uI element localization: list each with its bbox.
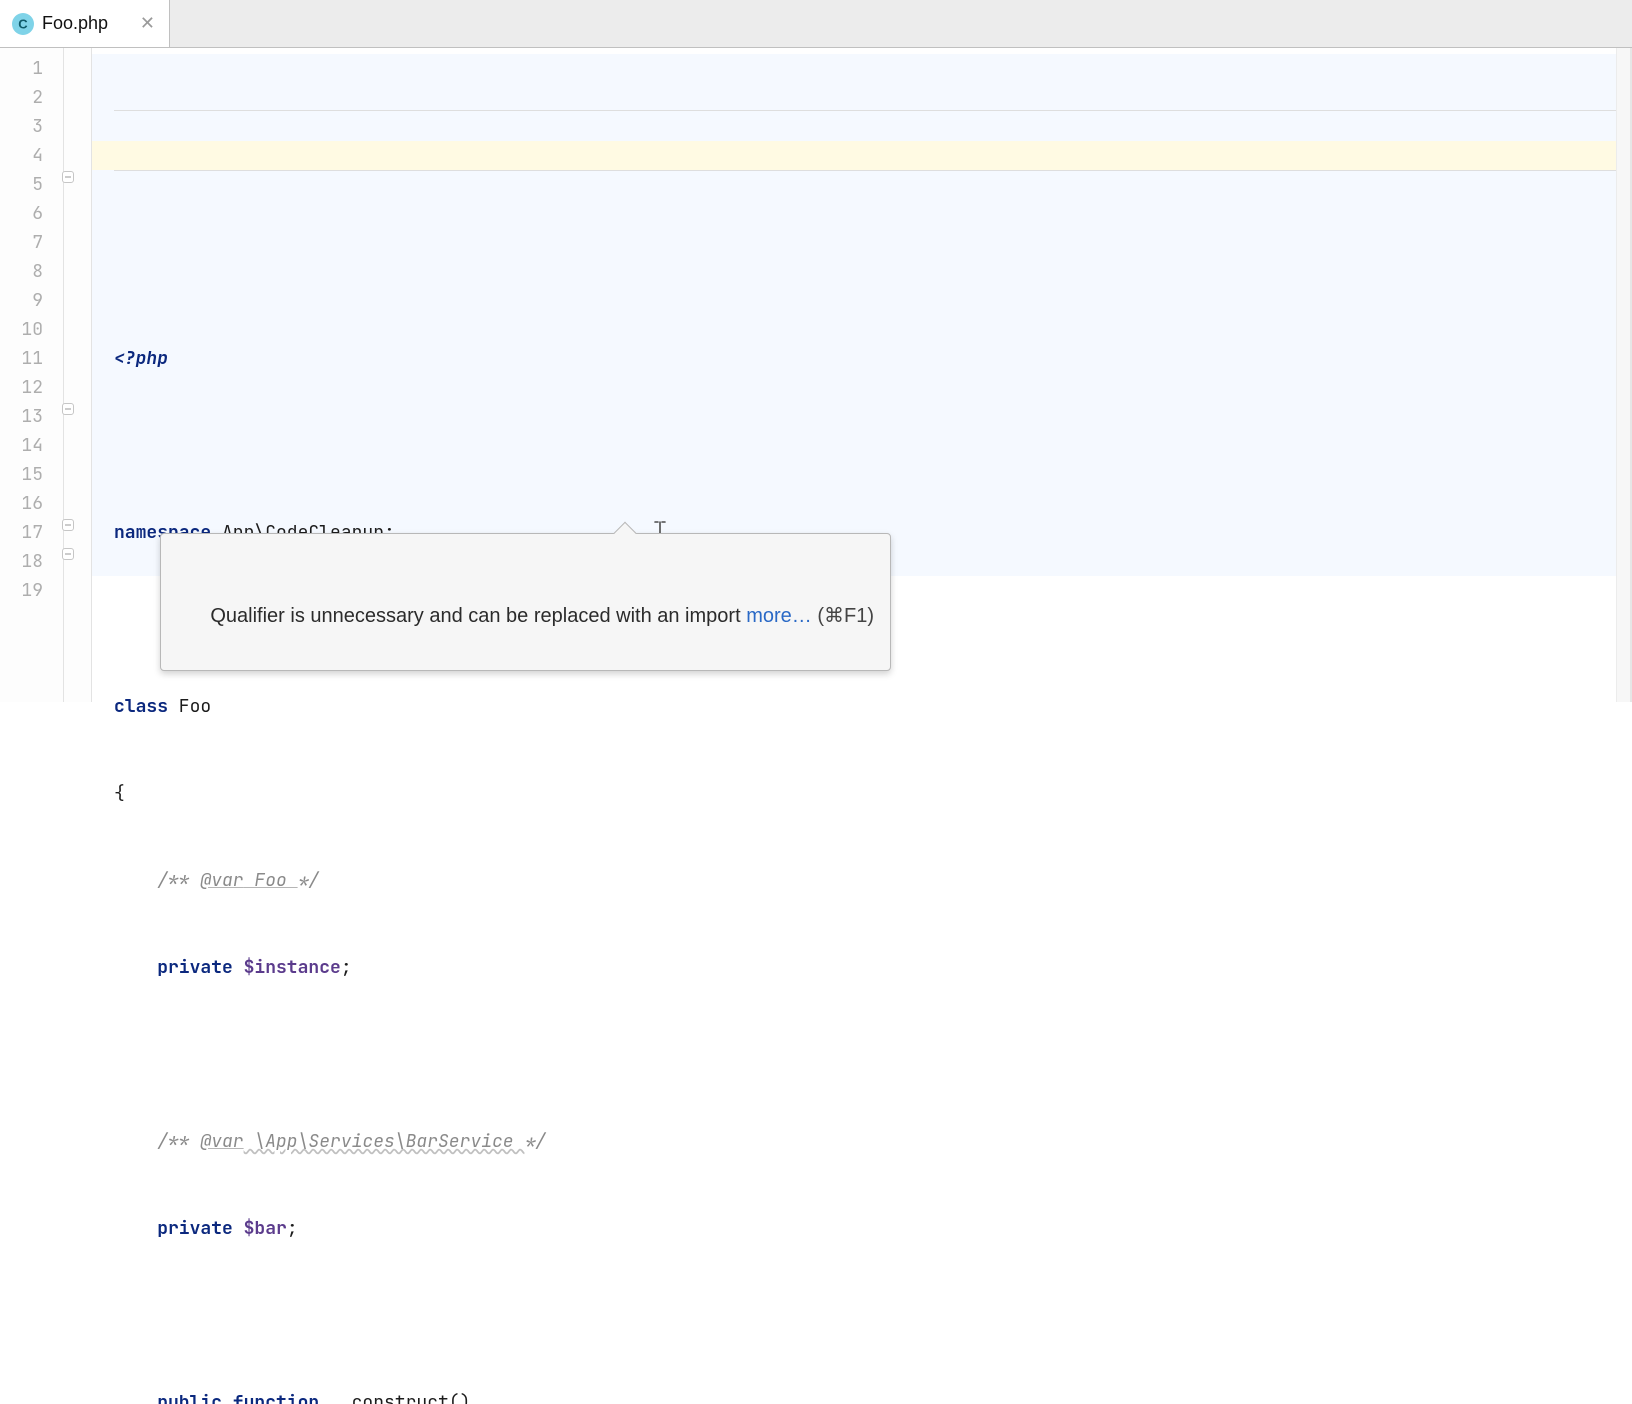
line-number[interactable]: 7 — [0, 228, 91, 257]
tooltip-shortcut: (⌘F1) — [812, 605, 874, 627]
line-number[interactable]: 8 — [0, 257, 91, 286]
line-number[interactable]: 14 — [0, 431, 91, 460]
line-number[interactable]: 13 — [0, 402, 91, 431]
svg-text:C: C — [18, 16, 28, 31]
line-number[interactable]: 3 — [0, 112, 91, 141]
line-number[interactable]: 5 — [0, 170, 91, 199]
semicolon: ; — [341, 956, 352, 979]
editor-tab[interactable]: C Foo.php ✕ — [0, 0, 170, 47]
doc-close: */ — [298, 869, 320, 892]
gutter: 1 2 3 4 5 6 7 8 9 10 11 12 13 14 15 16 1… — [0, 48, 92, 702]
doc-type: Foo — [244, 869, 298, 892]
line-number[interactable]: 6 — [0, 199, 91, 228]
line-number[interactable]: 12 — [0, 373, 91, 402]
line-number[interactable]: 10 — [0, 315, 91, 344]
tooltip-more-link[interactable]: more… — [746, 605, 812, 627]
semicolon: ; — [287, 1217, 298, 1240]
line-number[interactable]: 17 — [0, 518, 91, 547]
keyword-class: class — [114, 695, 168, 718]
doc-type: \App\Services\BarService — [244, 1130, 525, 1153]
doc-open: /** — [114, 1130, 200, 1153]
hr-separator — [114, 170, 1616, 171]
line-number[interactable]: 16 — [0, 489, 91, 518]
doc-tag: @var — [200, 869, 243, 892]
keyword-public: public — [114, 1391, 222, 1404]
code-editor[interactable]: 1 2 3 4 5 6 7 8 9 10 11 12 13 14 15 16 1… — [0, 48, 1632, 702]
line-number[interactable]: 11 — [0, 344, 91, 373]
close-tab-icon[interactable]: ✕ — [140, 13, 155, 34]
inspection-tooltip: Qualifier is unnecessary and can be repl… — [160, 533, 891, 671]
keyword-private: private — [114, 956, 233, 979]
doc-tag: @var — [200, 1130, 243, 1153]
tab-filename: Foo.php — [42, 13, 108, 34]
brace: { — [114, 782, 125, 805]
method-name: __construct() — [319, 1391, 470, 1404]
php-open-tag: <?php — [114, 347, 168, 370]
keyword-function: function — [222, 1391, 319, 1404]
line-number[interactable]: 9 — [0, 286, 91, 315]
caret-line-highlight — [92, 141, 1630, 170]
highlight-region — [92, 54, 1630, 141]
tooltip-text: Qualifier is unnecessary and can be repl… — [210, 605, 746, 627]
line-number[interactable]: 19 — [0, 576, 91, 605]
class-name: Foo — [168, 695, 211, 718]
highlight-region — [92, 170, 1630, 576]
line-number[interactable]: 18 — [0, 547, 91, 576]
tab-bar: C Foo.php ✕ — [0, 0, 1632, 48]
property-bar: $bar — [233, 1217, 287, 1240]
line-number[interactable]: 1 — [0, 54, 91, 83]
line-number[interactable]: 2 — [0, 83, 91, 112]
text-cursor-icon — [586, 489, 604, 507]
line-number[interactable]: 15 — [0, 460, 91, 489]
code-area[interactable]: <?php namespace App\CodeCleanup; class F… — [92, 48, 1630, 702]
php-class-file-icon: C — [12, 13, 34, 35]
line-number[interactable]: 4 — [0, 141, 91, 170]
doc-close: */ — [524, 1130, 546, 1153]
keyword-private: private — [114, 1217, 233, 1240]
property-instance: $instance — [233, 956, 341, 979]
hr-separator — [114, 110, 1616, 111]
doc-open: /** — [114, 869, 200, 892]
